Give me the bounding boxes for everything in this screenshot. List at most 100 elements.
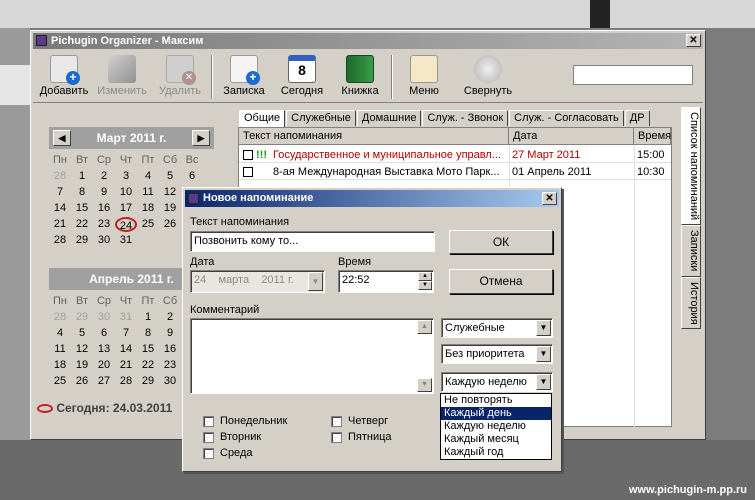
header-time[interactable]: Время [634,128,671,145]
calendar-day[interactable]: 19 [71,358,93,373]
calendar-day[interactable]: 29 [71,233,93,248]
search-input[interactable] [573,65,693,85]
add-button[interactable]: + Добавить [35,53,93,101]
calendar-day[interactable]: 19 [159,201,181,216]
notebook-button[interactable]: + Записка [215,53,273,101]
calendar-day[interactable]: 13 [93,342,115,357]
calendar-day[interactable]: 17 [115,201,137,216]
edit-button[interactable]: Изменить [93,53,151,101]
row-checkbox[interactable] [243,150,253,160]
spin-up-icon[interactable]: ▲ [418,272,432,281]
tab-category[interactable]: Служ. - Согласовать [509,110,624,126]
calendar-day[interactable]: 11 [49,342,71,357]
calendar-day[interactable]: 15 [137,342,159,357]
collapse-button[interactable]: Свернуть [459,53,517,101]
calendar-day[interactable]: 28 [49,233,71,248]
calendar-day[interactable]: 30 [93,233,115,248]
calendar-day[interactable]: 16 [159,342,181,357]
calendar-day[interactable]: 14 [49,201,71,216]
repeat-option[interactable]: Каждый день [441,407,551,420]
calendar-day[interactable]: 12 [71,342,93,357]
calendar-day[interactable]: 4 [137,169,159,184]
repeat-option[interactable]: Каждый месяц [441,433,551,446]
scroll-up-icon[interactable]: ▲ [417,320,432,334]
calendar-day[interactable]: 21 [115,358,137,373]
priority-select[interactable]: Без приоритета ▼ [441,344,553,364]
date-picker[interactable]: 24 марта 2011 г. ▼ [190,270,325,293]
calendar-day[interactable]: 14 [115,342,137,357]
calendar-day[interactable]: 29 [71,310,93,325]
delete-button[interactable]: ✕ Удалить [151,53,209,101]
calendar-day[interactable]: 10 [115,185,137,200]
calendar-day[interactable]: 11 [137,185,159,200]
calendar-day[interactable]: 25 [49,374,71,389]
header-date[interactable]: Дата [509,128,634,145]
scroll-down-icon[interactable]: ▼ [417,378,432,392]
calendar-day[interactable]: 22 [137,358,159,373]
menu-button[interactable]: Меню [395,53,453,101]
header-text[interactable]: Текст напоминания [239,128,509,145]
calendar-day[interactable]: 28 [49,169,71,184]
category-select[interactable]: Служебные ▼ [441,318,553,338]
prev-month-button[interactable]: ◀ [53,130,71,146]
calendar-day[interactable]: 7 [115,326,137,341]
calendar-day[interactable]: 18 [49,358,71,373]
window-close-button[interactable]: ✕ [686,34,701,47]
tuesday-checkbox[interactable] [203,432,214,443]
calendar-day[interactable]: 31 [115,310,137,325]
calendar-day[interactable]: 29 [137,374,159,389]
calendar-day[interactable]: 7 [49,185,71,200]
calendar-day[interactable]: 5 [159,169,181,184]
tab-category[interactable]: ДР [624,110,650,126]
today-button[interactable]: 8 Сегодня [273,53,331,101]
calendar-day[interactable]: 15 [71,201,93,216]
calendar-day[interactable]: 28 [115,374,137,389]
calendar-day[interactable]: 5 [71,326,93,341]
calendar-day[interactable]: 24 [115,217,137,232]
calendar-day[interactable]: 1 [71,169,93,184]
tab-reminder-list[interactable]: Список напоминаний [681,107,701,225]
calendar-day[interactable]: 30 [159,374,181,389]
calendar-day[interactable]: 30 [93,310,115,325]
ok-button[interactable]: ОК [449,230,553,254]
spin-down-icon[interactable]: ▼ [418,281,432,290]
thursday-checkbox[interactable] [331,416,342,427]
today-indicator[interactable]: Сегодня: 24.03.2011 [37,401,172,415]
dialog-close-button[interactable]: ✕ [542,192,557,205]
tab-category[interactable]: Служебные [286,110,356,126]
calendar-day[interactable]: 23 [93,217,115,232]
repeat-option[interactable]: Каждую неделю [441,420,551,433]
reminder-text-input[interactable]: Позвонить кому то... [190,231,435,252]
calendar-day[interactable]: 2 [159,310,181,325]
tab-category[interactable]: Служ. - Звонок [422,110,509,126]
tab-category[interactable]: Общие [239,110,286,127]
tab-history[interactable]: История [681,277,701,329]
table-row[interactable]: !!! Государственное и муниципальное упра… [239,147,671,163]
calendar-day[interactable]: 16 [93,201,115,216]
calendar-day[interactable]: 6 [181,169,203,184]
calendar-day[interactable]: 25 [137,217,159,232]
tab-notes[interactable]: Записки [681,225,701,277]
cancel-button[interactable]: Отмена [449,269,553,294]
calendar-day[interactable]: 8 [137,326,159,341]
table-row[interactable]: 8-ая Международная Выставка Мото Парк...… [239,164,671,180]
calendar-day[interactable]: 27 [93,374,115,389]
calendar-day[interactable]: 26 [71,374,93,389]
repeat-select[interactable]: Каждую неделю ▼ [441,372,553,392]
calendar-day[interactable]: 9 [93,185,115,200]
repeat-option[interactable]: Не повторять [441,394,551,407]
book-button[interactable]: Книжка [331,53,389,101]
calendar-day[interactable]: 22 [71,217,93,232]
calendar-day[interactable]: 6 [93,326,115,341]
tab-category[interactable]: Домашние [356,110,422,126]
wednesday-checkbox[interactable] [203,448,214,459]
calendar-day[interactable]: 23 [159,358,181,373]
calendar-day[interactable]: 1 [137,310,159,325]
date-dropdown-icon[interactable]: ▼ [308,272,323,291]
calendar-day[interactable]: 8 [71,185,93,200]
friday-checkbox[interactable] [331,432,342,443]
comment-textarea[interactable]: ▲ ▼ [190,318,434,394]
calendar-day[interactable]: 28 [49,310,71,325]
calendar-day[interactable]: 26 [159,217,181,232]
calendar-day[interactable]: 18 [137,201,159,216]
